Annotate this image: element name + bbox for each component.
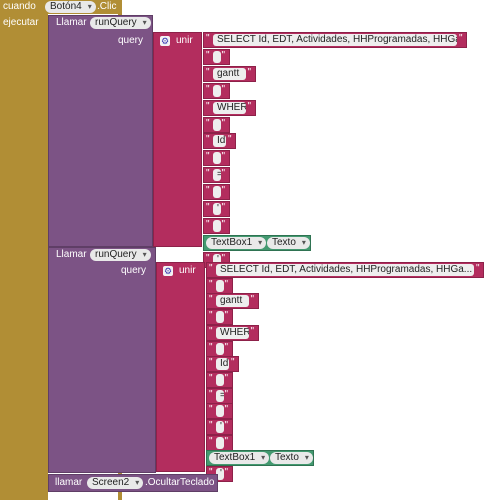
- open-quote: ": [206, 185, 210, 197]
- text-value[interactable]: =: [216, 389, 224, 402]
- open-quote: ": [209, 372, 213, 384]
- property-dropdown[interactable]: Texto: [267, 236, 310, 249]
- open-quote: ": [206, 66, 210, 78]
- text-value[interactable]: [213, 118, 221, 131]
- open-quote: ": [209, 420, 213, 431]
- open-quote: ": [206, 49, 210, 61]
- event-name: .Clic: [97, 1, 117, 12]
- text-value[interactable]: [213, 152, 221, 165]
- close-quote: ": [224, 310, 229, 322]
- text-value[interactable]: =: [213, 169, 221, 182]
- close-quote: ": [224, 388, 229, 400]
- open-quote: ": [209, 435, 213, 447]
- open-quote: ": [206, 134, 210, 146]
- join-block-1[interactable]: [153, 32, 202, 247]
- property-dropdown[interactable]: Texto: [270, 452, 313, 465]
- close-quote: ": [221, 202, 226, 213]
- join-block-2[interactable]: [156, 262, 205, 472]
- text-value[interactable]: WHERE: [213, 101, 246, 114]
- textbox-dropdown[interactable]: TextBox1: [209, 452, 270, 465]
- hide-keyboard-method: .OcultarTeclado: [145, 477, 215, 488]
- close-quote: ": [221, 49, 226, 61]
- do-label: ejecutar: [3, 17, 39, 28]
- close-quote: ": [250, 294, 255, 306]
- open-quote: ": [206, 218, 210, 230]
- open-quote: ": [209, 278, 213, 290]
- close-quote: ": [224, 278, 229, 290]
- param-label-2: query: [121, 265, 147, 276]
- text-value[interactable]: [213, 84, 221, 97]
- text-value[interactable]: [216, 311, 224, 324]
- close-quote: ": [247, 66, 252, 78]
- close-quote: ": [221, 151, 226, 163]
- call-label-1: Llamar: [56, 17, 87, 28]
- text-value[interactable]: Id: [216, 358, 229, 371]
- text-value[interactable]: gantt: [213, 67, 246, 80]
- open-quote: ": [206, 168, 210, 180]
- close-quote: ": [228, 134, 232, 146]
- call-label-3: llamar: [55, 477, 83, 488]
- mutator-gear-icon-1[interactable]: ⚙: [160, 36, 170, 46]
- text-value[interactable]: [216, 279, 224, 292]
- join-label-1: unir: [176, 35, 193, 46]
- close-quote: ": [231, 357, 235, 369]
- text-value[interactable]: ': [213, 203, 221, 215]
- open-quote: ": [209, 294, 213, 306]
- open-quote: ": [209, 325, 213, 337]
- text-value[interactable]: [216, 436, 224, 449]
- close-quote: ": [476, 263, 480, 274]
- join-label-2: unir: [179, 265, 196, 276]
- open-quote: ": [206, 100, 210, 112]
- text-value[interactable]: [213, 219, 221, 232]
- open-quote: ": [206, 83, 210, 95]
- open-quote: ": [209, 341, 213, 353]
- close-quote: ": [221, 117, 226, 129]
- close-quote: ": [224, 420, 229, 431]
- method-dropdown-2[interactable]: runQuery: [90, 249, 151, 261]
- open-quote: ": [209, 310, 213, 322]
- method-dropdown-1[interactable]: runQuery: [90, 17, 151, 29]
- close-quote: ": [224, 341, 229, 353]
- text-value[interactable]: SELECT Id, EDT, Actividades, HHProgramad…: [213, 34, 457, 46]
- when-label: cuando: [3, 1, 36, 12]
- close-quote: ": [221, 83, 226, 95]
- close-quote: ": [224, 372, 229, 384]
- component-dropdown[interactable]: Botón4: [45, 1, 96, 13]
- call-label-2: Llamar: [56, 249, 87, 260]
- close-quote: ": [459, 33, 463, 44]
- screen-dropdown[interactable]: Screen2: [87, 477, 144, 489]
- call-block-1[interactable]: [48, 15, 153, 247]
- close-quote: ": [221, 218, 226, 230]
- open-quote: ": [209, 404, 213, 416]
- text-value[interactable]: gantt: [216, 295, 249, 308]
- close-quote: ": [224, 467, 229, 479]
- close-quote: ": [221, 185, 226, 197]
- close-quote: ": [250, 325, 255, 337]
- text-value[interactable]: [216, 405, 224, 418]
- text-value[interactable]: [216, 373, 224, 386]
- close-quote: ": [224, 435, 229, 447]
- open-quote: ": [206, 33, 210, 44]
- text-value[interactable]: WHERE: [216, 326, 249, 339]
- open-quote: ": [206, 151, 210, 163]
- text-value[interactable]: ': [216, 421, 224, 433]
- text-value[interactable]: Id: [213, 135, 226, 148]
- open-quote: ": [209, 263, 213, 274]
- call-block-2[interactable]: [48, 247, 156, 473]
- close-quote: ": [221, 168, 226, 180]
- open-quote: ": [209, 388, 213, 400]
- text-value[interactable]: [216, 342, 224, 355]
- open-quote: ": [206, 117, 210, 129]
- mutator-gear-icon-2[interactable]: ⚙: [163, 266, 173, 276]
- event-block-spine: [0, 14, 48, 500]
- text-value[interactable]: SELECT Id, EDT, Actividades, HHProgramad…: [216, 264, 474, 276]
- close-quote: ": [247, 100, 252, 112]
- text-value[interactable]: [213, 50, 221, 63]
- text-value[interactable]: [213, 186, 221, 199]
- open-quote: ": [206, 202, 210, 213]
- open-quote: ": [209, 357, 213, 369]
- textbox-dropdown[interactable]: TextBox1: [206, 236, 267, 249]
- close-quote: ": [224, 404, 229, 416]
- param-label-1: query: [118, 35, 144, 46]
